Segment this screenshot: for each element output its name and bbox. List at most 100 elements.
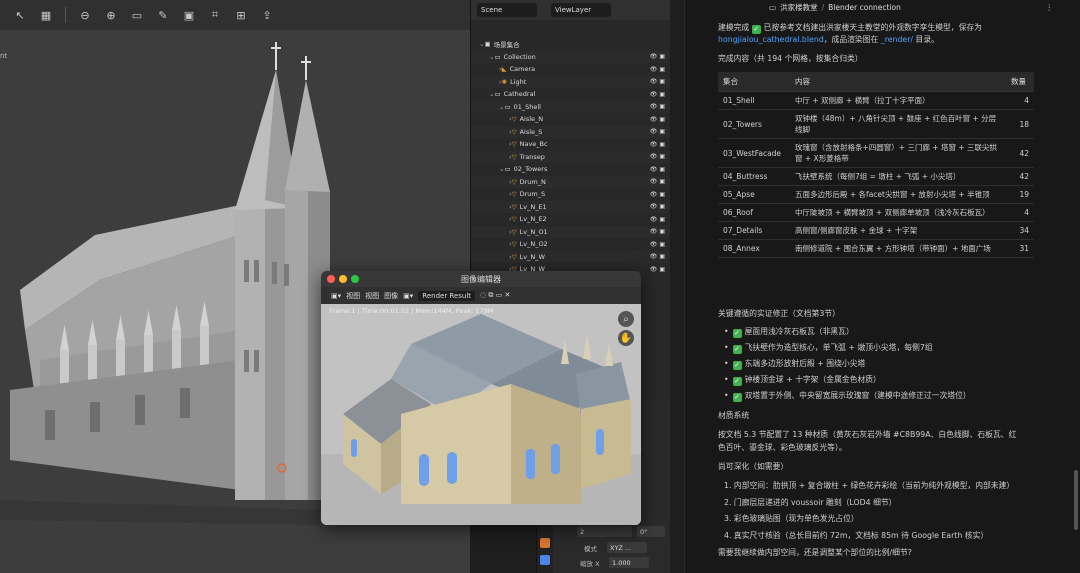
render-result-field[interactable]: Render Result xyxy=(418,290,476,301)
outliner-row[interactable]: › ▽ Aisle_N 👁 ▣ xyxy=(471,113,671,126)
chat-scrollbar[interactable] xyxy=(1074,470,1078,530)
visibility-toggles[interactable]: 👁 ▣ xyxy=(650,141,665,148)
visibility-toggles[interactable]: 👁 ▣ xyxy=(650,166,665,173)
focus-icon[interactable]: ⌗ xyxy=(205,6,225,24)
visibility-toggles[interactable]: 👁 ▣ xyxy=(650,178,665,185)
outliner-row-label: Lv_N_O1 xyxy=(519,227,548,236)
mode-select[interactable]: XYZ ... xyxy=(607,542,647,553)
outliner-row[interactable]: ⌄ ▭ 01_Shell 👁 ▣ xyxy=(471,100,671,113)
outliner-row[interactable]: › ▽ Lv_N_O1 👁 ▣ xyxy=(471,225,671,238)
materials-line-2: 色百叶、鎏金球、彩色玻璃反光等）。 xyxy=(718,443,847,452)
th-count: 数量 xyxy=(1006,72,1034,92)
cell-count: 42 xyxy=(1006,138,1034,168)
intro-end: 目录。 xyxy=(915,35,939,44)
image-browse-icon[interactable]: ▣▾ xyxy=(403,292,413,300)
viewport-header: ↖ ▦ ⊖ ⊕ ▭ ✎ ▣ ⌗ ⊞ ⇪ xyxy=(0,0,470,30)
minimize-icon[interactable] xyxy=(339,275,347,283)
project-title[interactable]: 洪家楼教堂 xyxy=(780,2,818,13)
zoom-out-icon[interactable]: ⊖ xyxy=(75,6,95,24)
outliner-row[interactable]: › ▽ Drum_S 👁 ▣ xyxy=(471,188,671,201)
visibility-toggles[interactable]: 👁 ▣ xyxy=(650,66,665,73)
visibility-toggles[interactable]: 👁 ▣ xyxy=(650,53,665,60)
visibility-toggles[interactable]: 👁 ▣ xyxy=(650,191,665,198)
viewlayer-selector[interactable]: ViewLayer xyxy=(551,3,611,17)
visibility-toggles[interactable]: 👁 ▣ xyxy=(650,91,665,98)
fix-text: 飞扶壁作为造型核心，单飞弧 + 墩顶小尖塔，每侧7组 xyxy=(744,343,933,352)
fix-item: ✓钟楼顶金球 + 十字架（金属金色材质） xyxy=(724,374,881,386)
visibility-toggles[interactable]: 👁 ▣ xyxy=(650,228,665,235)
visibility-toggles[interactable]: 👁 ▣ xyxy=(650,203,665,210)
cell-content: 中厅 + 双侧廊 + 横臂（拉丁十字平面） xyxy=(790,91,1006,110)
materials-title: 材质系统 xyxy=(718,411,750,420)
modifier-tab-icon[interactable] xyxy=(540,555,550,565)
outliner-row-label: Drum_S xyxy=(519,190,546,199)
outliner-row[interactable]: › ▽ Lv_N_E2 👁 ▣ xyxy=(471,213,671,226)
summary-line: 完成内容（共 194 个网格，按集合归类） xyxy=(718,54,863,63)
check-icon: ✓ xyxy=(732,361,742,370)
outliner-row[interactable]: › ▽ Transep 👁 ▣ xyxy=(471,150,671,163)
outliner-row[interactable]: › ▽ Lv_N_W 👁 ▣ xyxy=(471,250,671,263)
visibility-toggles[interactable]: 👁 ▣ xyxy=(650,78,665,85)
outliner-row[interactable]: › ▽ Lv_N_O2 👁 ▣ xyxy=(471,238,671,251)
visibility-toggles[interactable]: 👁 ▣ xyxy=(650,128,665,135)
outliner-row[interactable]: ⌄ ▭ Cathedral 👁 ▣ xyxy=(471,88,671,101)
visibility-toggles[interactable]: 👁 ▣ xyxy=(650,153,665,160)
export-icon[interactable]: ⇪ xyxy=(257,6,277,24)
visibility-toggles[interactable]: 👁 ▣ xyxy=(650,216,665,223)
outliner-row[interactable]: ⌄ ▭ Collection 👁 ▣ xyxy=(471,50,671,63)
maximize-icon[interactable] xyxy=(351,275,359,283)
close-icon[interactable] xyxy=(327,275,335,283)
visibility-toggles[interactable]: 👁 ▣ xyxy=(650,103,665,110)
outliner-row[interactable]: › ▽ Lv_N_E1 👁 ▣ xyxy=(471,200,671,213)
panel-divider[interactable] xyxy=(670,0,684,573)
object-tab-icon[interactable] xyxy=(540,538,550,548)
frame-icon[interactable]: ▭ xyxy=(127,6,147,24)
view-menu[interactable]: 视图 xyxy=(346,291,360,301)
editor-hand-icon[interactable]: ✋ xyxy=(618,330,634,346)
chat-panel: ▭ 洪家楼教堂 / Blender connection ⋮ 建模完成 ✓ 已按参… xyxy=(684,0,1080,573)
fix-text: 钟楼顶金球 + 十字架（金属金色材质） xyxy=(744,375,881,384)
zoom-in-icon[interactable]: ⊕ xyxy=(101,6,121,24)
cursor-icon[interactable]: ↖ xyxy=(10,6,30,24)
edit-icon[interactable]: ✎ xyxy=(153,6,173,24)
editor-type-icon[interactable]: ▣▾ xyxy=(331,292,341,300)
outliner-row[interactable]: › ▽ Nave_Bc 👁 ▣ xyxy=(471,138,671,151)
image-icon[interactable]: ▣ xyxy=(179,6,199,24)
outliner-row[interactable]: ⌄ ▣ 场景集合 xyxy=(471,38,671,51)
outliner-row[interactable]: › ◣ Camera 👁 ▣ xyxy=(471,63,671,76)
visibility-toggles[interactable]: 👁 ▣ xyxy=(650,266,665,273)
render-dir-link[interactable]: _render/ xyxy=(881,35,913,44)
editor-zoom-icon[interactable]: ⌕ xyxy=(618,311,634,327)
scale-x-label: 缩放 X xyxy=(580,560,600,568)
visibility-toggles[interactable]: 👁 ▣ xyxy=(650,116,665,123)
image-editor-window[interactable]: 图像编辑器 ▣▾ 视图 视图 图像 ▣▾ Render Result ◌ ⧉ ▭… xyxy=(321,271,641,525)
slot-icons[interactable]: ◌ ⧉ ▭ ✕ xyxy=(480,291,510,300)
visibility-toggles[interactable]: 👁 ▣ xyxy=(650,241,665,248)
more-icon[interactable]: ⋮ xyxy=(1046,3,1054,12)
outliner-row[interactable]: › ▽ Aisle_S 👁 ▣ xyxy=(471,125,671,138)
scene-selector[interactable]: Scene xyxy=(477,3,537,17)
image-editor-titlebar[interactable]: 图像编辑器 xyxy=(321,271,641,287)
toggle-icon[interactable]: ⊞ xyxy=(231,6,251,24)
outliner-row[interactable]: › ✺ Light 👁 ▣ xyxy=(471,75,671,88)
file-link[interactable]: hongjialou_cathedral.blend xyxy=(718,35,824,44)
image-menu[interactable]: 图像 xyxy=(384,291,398,301)
scale-x-field[interactable]: 1.000 xyxy=(609,557,649,568)
visibility-toggles[interactable]: 👁 ▣ xyxy=(650,253,665,260)
cell-count: 18 xyxy=(1006,109,1034,139)
outliner-row-label: Nave_Bc xyxy=(519,140,548,149)
materials-line-1: 按文档 5.3 节配置了 13 种材质（黄灰石灰岩外墙 #C8B99A、白色线脚… xyxy=(718,430,1017,439)
outliner-row-label: Lv_N_W xyxy=(519,252,545,261)
outliner-row[interactable]: ⌄ ▭ 02_Towers 👁 ▣ xyxy=(471,163,671,176)
table-row: 06_Roof 中厅陡坡顶 + 横臂坡顶 + 双侧廊单坡顶（浅冷灰石板瓦） 4 xyxy=(718,203,1034,222)
view-menu-2[interactable]: 视图 xyxy=(365,291,379,301)
connection-title[interactable]: Blender connection xyxy=(828,3,901,12)
grid-icon[interactable]: ▦ xyxy=(36,6,56,24)
field-two[interactable]: 2 xyxy=(577,526,632,537)
image-editor-toolbar: ▣▾ 视图 视图 图像 ▣▾ Render Result ◌ ⧉ ▭ ✕ xyxy=(321,287,641,304)
outliner-row-label: Light xyxy=(510,77,527,86)
field-degree[interactable]: 0° xyxy=(637,526,665,537)
cell-count: 42 xyxy=(1006,167,1034,186)
outliner-row[interactable]: › ▽ Drum_N 👁 ▣ xyxy=(471,175,671,188)
outliner-row-label: Aisle_N xyxy=(519,115,544,124)
